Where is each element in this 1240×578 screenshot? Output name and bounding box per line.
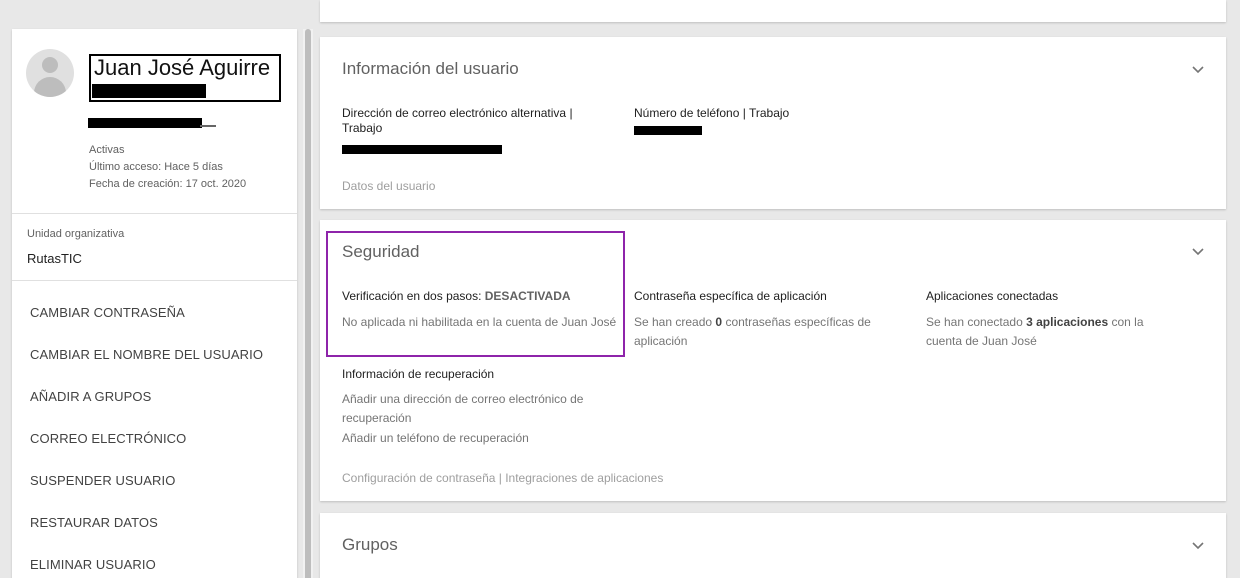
app-password-label: Contraseña específica de aplicación [634, 289, 827, 303]
card-title: Grupos [342, 535, 398, 554]
app-password-description: Se han creado 0 contraseñas específicas … [634, 315, 871, 348]
chevron-down-icon[interactable] [1190, 243, 1206, 259]
redacted-email [88, 118, 202, 128]
chevron-down-icon[interactable] [1190, 61, 1206, 77]
suspend-user-button[interactable]: SUSPENDER USUARIO [30, 473, 175, 488]
email-button[interactable]: CORREO ELECTRÓNICO [30, 431, 186, 446]
chevron-down-icon[interactable] [1190, 537, 1206, 553]
scrollbar-thumb[interactable] [305, 29, 311, 578]
phone-label: Número de teléfono | Trabajo [634, 106, 790, 120]
org-unit-label: Unidad organizativa [27, 228, 125, 240]
user-avatar-icon [26, 49, 74, 97]
user-data-link[interactable]: Datos del usuario [342, 177, 435, 196]
redacted-text [92, 84, 206, 98]
add-to-groups-button[interactable]: AÑADIR A GRUPOS [30, 389, 151, 404]
redacted-email [342, 145, 502, 154]
user-info-card: Información del usuario Dirección de cor… [320, 37, 1226, 209]
groups-card: Grupos [320, 513, 1226, 578]
card-title: Información del usuario [342, 59, 519, 78]
security-settings-link[interactable]: Configuración de contraseña | Integracio… [342, 469, 663, 488]
connected-apps-label: Aplicaciones conectadas [926, 289, 1059, 303]
recovery-email-link[interactable]: Añadir una dirección de correo electróni… [342, 390, 632, 428]
previous-card-edge [320, 0, 1226, 22]
last-access: Último acceso: Hace 5 días [89, 161, 223, 173]
divider [12, 280, 297, 281]
redacted-email-tail [200, 125, 216, 127]
user-name: Juan José Aguirre [94, 55, 271, 80]
change-password-button[interactable]: CAMBIAR CONTRASEÑA [30, 305, 185, 320]
two-step-highlight-box [326, 231, 625, 357]
rename-user-button[interactable]: CAMBIAR EL NOMBRE DEL USUARIO [30, 347, 263, 362]
redacted-phone [634, 126, 702, 135]
user-summary-card [12, 29, 297, 578]
account-status: Activas [89, 144, 125, 156]
recovery-label: Información de recuperación [342, 367, 495, 381]
restore-data-button[interactable]: RESTAURAR DATOS [30, 515, 158, 530]
recovery-phone-link[interactable]: Añadir un teléfono de recuperación [342, 429, 529, 448]
creation-date: Fecha de creación: 17 oct. 2020 [89, 178, 247, 190]
alt-email-label: Dirección de correo electrónico alternat… [342, 106, 573, 135]
delete-user-button[interactable]: ELIMINAR USUARIO [30, 557, 156, 572]
org-unit-value: RutasTIC [27, 251, 82, 266]
connected-apps-description: Se han conectado 3 aplicaciones con la c… [926, 315, 1144, 348]
divider [12, 213, 297, 214]
